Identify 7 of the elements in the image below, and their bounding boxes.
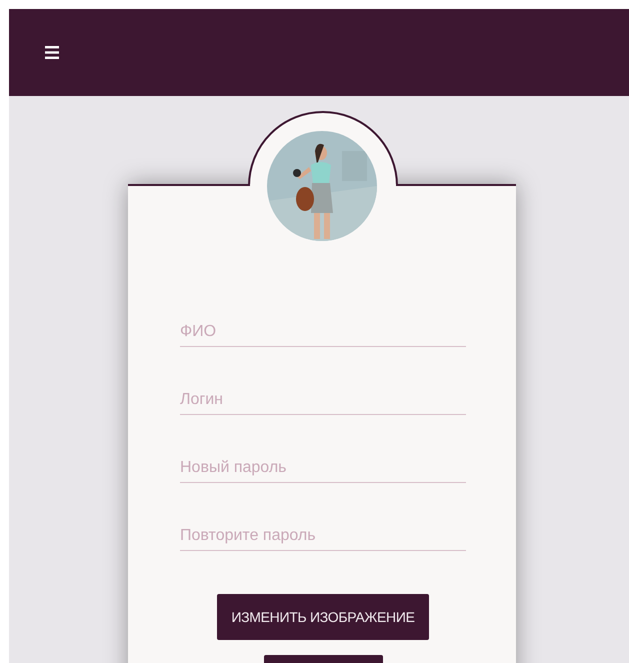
input-field[interactable]: Логин (180, 385, 466, 415)
change-image-button[interactable]: ИЗМЕНИТЬ ИЗОБРАЖЕНИЕ (217, 594, 429, 640)
input-field[interactable]: ФИО (180, 317, 466, 347)
menu-button[interactable] (45, 46, 59, 59)
input-field[interactable]: Новый пароль (180, 453, 466, 483)
menu-icon (45, 46, 59, 59)
input-field[interactable]: Повторите пароль (180, 521, 466, 551)
